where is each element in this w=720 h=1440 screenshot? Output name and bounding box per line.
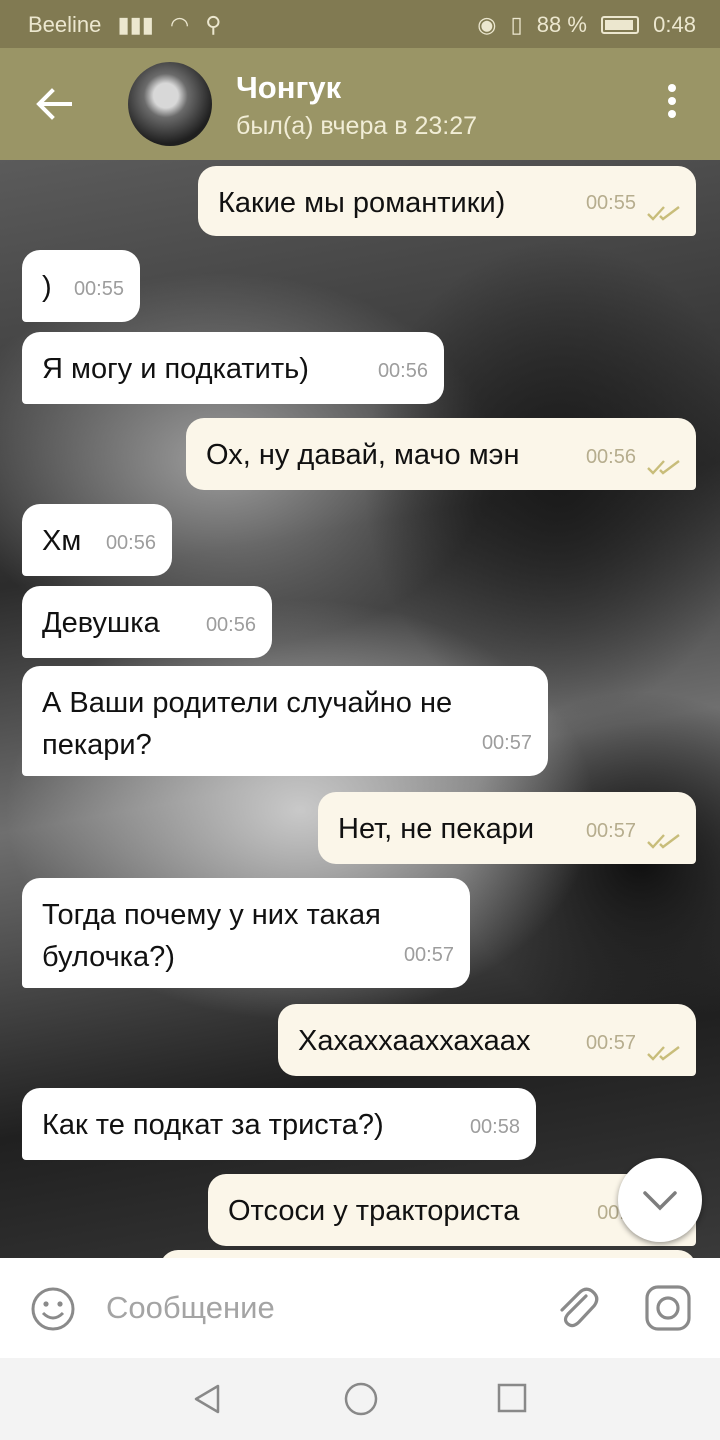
message-list[interactable]: Какие мы романтики) 00:55 ) 00:55 Я могу… bbox=[0, 160, 720, 1258]
composer: Сообщение bbox=[0, 1258, 720, 1358]
message-text: ) bbox=[42, 271, 52, 303]
message-text: Хахаххааххахаах bbox=[298, 1025, 531, 1057]
clock: 0:48 bbox=[653, 12, 696, 37]
message-bubble[interactable]: Как те подкат за триста?) 00:58 bbox=[22, 1088, 536, 1160]
chevron-down-icon bbox=[643, 1191, 677, 1211]
last-seen: был(а) вчера в 23:27 bbox=[236, 112, 478, 140]
search-icon: ⚲ bbox=[205, 12, 222, 37]
message-text: Какие мы романтики) bbox=[218, 187, 506, 219]
status-bar: Beeline ▮▮▮ ◠ ⚲ ◉ ▯ 88 % 0:48 bbox=[0, 0, 720, 48]
message-bubble[interactable]: Ох, ну давай, мачо мэн 00:56 bbox=[186, 418, 696, 490]
message-text-line: булочка?) bbox=[42, 941, 175, 973]
message-text-line: Тогда почему у них такая bbox=[42, 899, 381, 931]
message-text: Девушка bbox=[42, 607, 160, 639]
more-vert-icon[interactable] bbox=[660, 84, 684, 124]
message-text: Нет, не пекари bbox=[338, 813, 535, 845]
avatar[interactable] bbox=[128, 62, 212, 146]
system-nav-bar bbox=[0, 1358, 720, 1440]
message-bubble[interactable]: Я могу и подкатить) 00:56 bbox=[22, 332, 444, 404]
message-time: 00:58 bbox=[469, 1116, 520, 1138]
nav-back-icon[interactable] bbox=[190, 1382, 224, 1416]
message-time: 00:56 bbox=[105, 532, 156, 554]
back-button[interactable] bbox=[34, 84, 74, 124]
battery-percent: 88 % bbox=[536, 12, 587, 37]
message-text-line: А Ваши родители случайно не bbox=[42, 687, 453, 719]
message-text: Ох, ну давай, мачо мэн bbox=[206, 439, 520, 471]
message-time: 00:57 bbox=[585, 820, 636, 842]
back-arrow-icon bbox=[36, 88, 72, 120]
message-bubble[interactable]: Нет, не пекари 00:57 bbox=[318, 792, 696, 864]
message-time: 00:57 bbox=[481, 732, 532, 754]
vibrate-icon: ▯ bbox=[510, 12, 523, 37]
message-text-line: пекари? bbox=[42, 729, 152, 761]
chat-header: Чонгук был(а) вчера в 23:27 bbox=[0, 48, 720, 160]
message-time: 00:57 bbox=[403, 944, 454, 966]
double-check-icon bbox=[647, 1046, 680, 1061]
message-time: 00:56 bbox=[377, 360, 428, 382]
attach-icon[interactable] bbox=[552, 1282, 600, 1334]
message-bubble[interactable]: ) 00:55 bbox=[22, 250, 140, 322]
nav-recent-icon[interactable] bbox=[496, 1382, 528, 1414]
camera-icon[interactable] bbox=[644, 1284, 692, 1332]
eye-icon: ◉ bbox=[477, 12, 497, 37]
nav-home-icon[interactable] bbox=[343, 1381, 379, 1417]
message-time: 00:55 bbox=[73, 278, 124, 300]
scroll-down-button[interactable] bbox=[618, 1158, 702, 1242]
message-text: Хм bbox=[42, 525, 82, 557]
message-text: Я могу и подкатить) bbox=[42, 353, 309, 385]
message-bubble[interactable]: Какие мы романтики) 00:55 bbox=[198, 166, 696, 236]
double-check-icon bbox=[647, 834, 680, 849]
message-bubble[interactable]: Хахаххааххахаах 00:57 bbox=[278, 1004, 696, 1076]
battery-icon bbox=[601, 16, 640, 34]
message-input[interactable]: Сообщение bbox=[106, 1290, 275, 1326]
message-time: 00:56 bbox=[205, 614, 256, 636]
carrier-label: Beeline bbox=[28, 12, 102, 37]
emoji-icon[interactable] bbox=[30, 1286, 76, 1332]
contact-name[interactable]: Чонгук bbox=[236, 70, 341, 106]
signal-icon: ▮▮▮ bbox=[117, 12, 154, 37]
double-check-icon bbox=[647, 206, 680, 221]
message-text: Отсоси у тракториста bbox=[228, 1195, 520, 1227]
message-time: 00:57 bbox=[585, 1032, 636, 1054]
message-time: 00:56 bbox=[585, 446, 636, 468]
message-bubble[interactable]: Девушка 00:56 bbox=[22, 586, 272, 658]
wifi-icon: ◠ bbox=[169, 12, 190, 37]
message-bubble-partial[interactable] bbox=[160, 1250, 696, 1258]
message-time: 00:55 bbox=[585, 192, 636, 214]
message-bubble[interactable]: А Ваши родители случайно не пекари? 00:5… bbox=[22, 666, 548, 776]
message-bubble[interactable]: Хм 00:56 bbox=[22, 504, 172, 576]
message-bubble[interactable]: Тогда почему у них такая булочка?) 00:57 bbox=[22, 878, 470, 988]
double-check-icon bbox=[647, 460, 680, 475]
message-text: Как те подкат за триста?) bbox=[42, 1109, 384, 1141]
